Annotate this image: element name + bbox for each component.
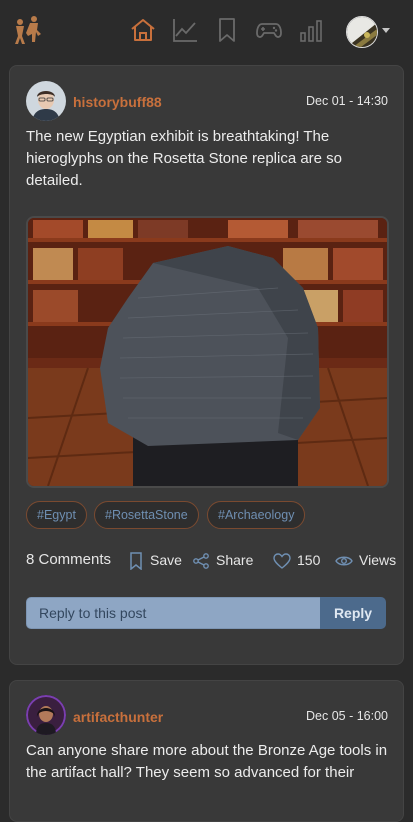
chevron-down-icon[interactable] bbox=[382, 28, 390, 33]
heart-icon bbox=[273, 553, 291, 570]
bookmark-icon[interactable] bbox=[213, 16, 241, 44]
user-menu[interactable] bbox=[346, 16, 394, 48]
like-count: 150 bbox=[297, 552, 321, 568]
logo-icon[interactable] bbox=[10, 12, 46, 48]
views-indicator: Views bbox=[335, 548, 396, 572]
save-label: Save bbox=[150, 552, 182, 568]
post-username[interactable]: historybuff88 bbox=[73, 94, 162, 110]
comments-link[interactable]: 8 Comments bbox=[26, 548, 111, 572]
user-avatar[interactable] bbox=[346, 16, 378, 48]
post-timestamp: Dec 05 - 16:00 bbox=[306, 709, 388, 723]
gamepad-icon[interactable] bbox=[255, 16, 283, 44]
save-button[interactable]: Save bbox=[128, 548, 182, 572]
post-username[interactable]: artifacthunter bbox=[73, 709, 163, 725]
tag-chip[interactable]: #RosettaStone bbox=[94, 501, 199, 529]
post-text: The new Egyptian exhibit is breathtaking… bbox=[26, 128, 343, 189]
share-icon bbox=[193, 553, 209, 570]
top-navigation bbox=[0, 0, 413, 62]
reply-button[interactable]: Reply bbox=[320, 597, 386, 629]
home-icon[interactable] bbox=[129, 16, 157, 44]
post-card: historybuff88 Dec 01 - 14:30 The new Egy… bbox=[9, 65, 404, 665]
post-image[interactable] bbox=[26, 216, 389, 488]
post-text: Can anyone share more about the Bronze A… bbox=[26, 742, 388, 781]
reply-form: Reply bbox=[26, 597, 386, 631]
tag-chip[interactable]: #Egypt bbox=[26, 501, 87, 529]
reply-input[interactable] bbox=[26, 597, 320, 629]
avatar[interactable] bbox=[26, 81, 66, 121]
chart-icon[interactable] bbox=[171, 16, 199, 44]
share-button[interactable]: Share bbox=[192, 548, 253, 572]
avatar[interactable] bbox=[26, 695, 66, 735]
post-actions: 8 Comments Save Share 150 Views bbox=[26, 548, 396, 572]
post-card: artifacthunter Dec 05 - 16:00 Can anyone… bbox=[9, 680, 404, 822]
share-label: Share bbox=[216, 552, 254, 568]
post-timestamp: Dec 01 - 14:30 bbox=[306, 94, 388, 108]
bookmark-icon bbox=[130, 552, 142, 571]
tag-chip[interactable]: #Archaeology bbox=[207, 501, 306, 529]
signal-bars-icon[interactable] bbox=[297, 16, 325, 44]
like-button[interactable]: 150 bbox=[273, 548, 320, 572]
views-label: Views bbox=[359, 552, 397, 568]
eye-icon bbox=[335, 556, 353, 566]
